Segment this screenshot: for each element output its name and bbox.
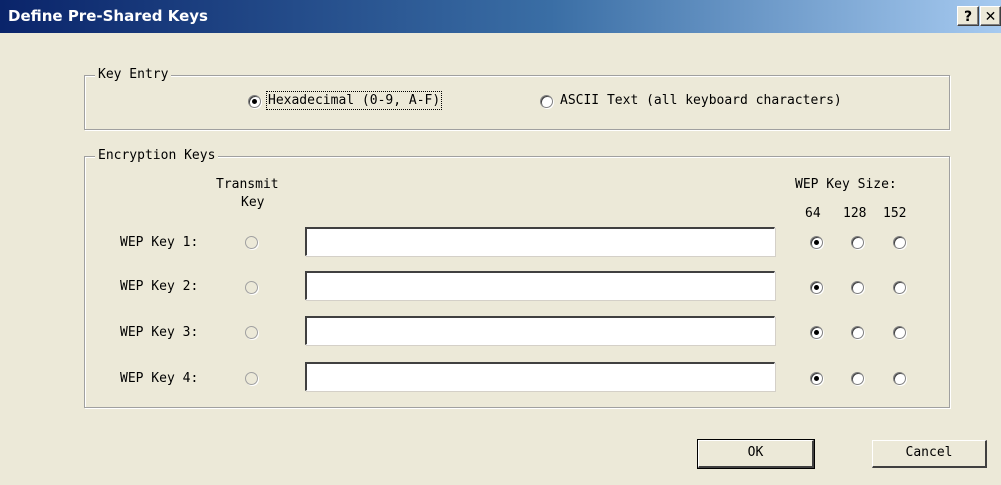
ok-button[interactable]: OK: [697, 439, 815, 469]
title-bar: Define Pre-Shared Keys ? ✕: [0, 0, 1001, 33]
wep-key-1-size-152-radio[interactable]: [893, 236, 906, 249]
wep-key-1-size-128-radio[interactable]: [851, 236, 864, 249]
wep-key-2-size-128-radio[interactable]: [851, 281, 864, 294]
wep-key-1-label: WEP Key 1:: [120, 235, 199, 250]
wep-key-3-size-128-radio[interactable]: [851, 326, 864, 339]
wep-key-3-input[interactable]: [305, 316, 775, 345]
wep-key-1-transmit-radio[interactable]: [245, 236, 258, 249]
wep-key-2-size-64-radio[interactable]: [810, 281, 823, 294]
transmit-key-header-line2: Key: [241, 195, 265, 210]
wep-key-size-header: WEP Key Size:: [795, 177, 897, 192]
window-title: Define Pre-Shared Keys: [8, 7, 208, 25]
wep-key-4-size-152-radio[interactable]: [893, 372, 906, 385]
wep-key-1-input[interactable]: [305, 227, 775, 256]
wep-key-2-size-152-radio[interactable]: [893, 281, 906, 294]
wep-key-3-size-64-radio[interactable]: [810, 326, 823, 339]
wep-key-3-transmit-radio[interactable]: [245, 326, 258, 339]
wep-key-1-size-64-radio[interactable]: [810, 236, 823, 249]
size-128-header: 128: [843, 206, 867, 221]
wep-key-3-size-152-radio[interactable]: [893, 326, 906, 339]
size-64-header: 64: [805, 206, 821, 221]
transmit-key-header: Transmit: [216, 177, 279, 192]
wep-key-4-input[interactable]: [305, 362, 775, 391]
help-button[interactable]: ?: [957, 6, 979, 26]
ascii-text-label[interactable]: ASCII Text (all keyboard characters): [560, 93, 842, 108]
close-button[interactable]: ✕: [980, 6, 1001, 26]
size-152-header: 152: [883, 206, 907, 221]
encryption-keys-legend: Encryption Keys: [95, 148, 219, 164]
key-entry-legend: Key Entry: [95, 67, 172, 83]
wep-key-4-size-128-radio[interactable]: [851, 372, 864, 385]
hexadecimal-radio[interactable]: [248, 95, 261, 108]
wep-key-3-label: WEP Key 3:: [120, 325, 199, 340]
cancel-button[interactable]: Cancel: [872, 440, 987, 468]
wep-key-2-label: WEP Key 2:: [120, 279, 199, 294]
hexadecimal-label[interactable]: Hexadecimal (0-9, A-F): [265, 91, 443, 110]
wep-key-2-transmit-radio[interactable]: [245, 281, 258, 294]
wep-key-4-transmit-radio[interactable]: [245, 372, 258, 385]
wep-key-4-label: WEP Key 4:: [120, 371, 199, 386]
ascii-text-radio[interactable]: [540, 95, 553, 108]
wep-key-2-input[interactable]: [305, 271, 775, 300]
wep-key-4-size-64-radio[interactable]: [810, 372, 823, 385]
close-icon: ✕: [984, 9, 997, 25]
